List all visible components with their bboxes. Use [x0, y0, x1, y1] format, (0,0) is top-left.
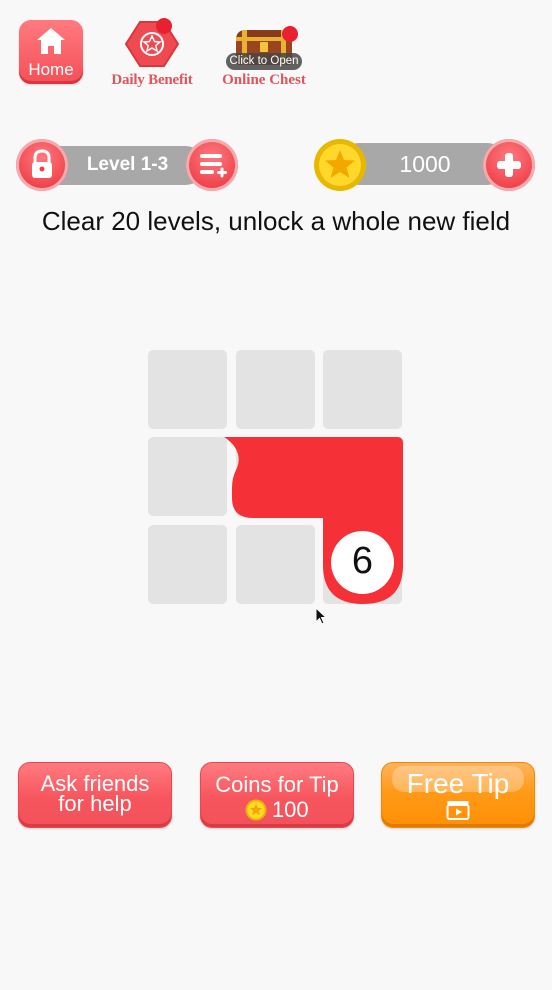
click-to-open-hint: Click to Open [226, 53, 302, 70]
ask-friends-button[interactable]: Ask friends for help [18, 762, 172, 828]
grid-cell[interactable] [148, 350, 227, 429]
grid-cell[interactable] [323, 525, 402, 604]
level-menu-button[interactable] [186, 139, 238, 191]
grid-cell[interactable] [148, 437, 227, 516]
coins-for-tip-button[interactable]: Coins for Tip 100 [200, 762, 354, 828]
grid-cell[interactable] [236, 350, 315, 429]
path-end-number: 6 [351, 540, 374, 582]
path-end-marker[interactable]: 6 [331, 531, 394, 594]
daily-benefit-label: Daily Benefit [111, 72, 193, 88]
list-add-icon [200, 154, 227, 178]
online-chest-label: Online Chest [222, 72, 306, 88]
mouse-cursor-icon [315, 607, 328, 625]
level-goal-text: Clear 20 levels, unlock a whole new fiel… [41, 206, 511, 236]
free-tip-label: Free Tip [406, 768, 510, 799]
grid-cell[interactable] [236, 525, 315, 604]
daily-benefit-button[interactable]: Daily Benefit [106, 18, 198, 90]
home-button[interactable]: Home [19, 20, 83, 84]
grid-cell[interactable] [148, 525, 227, 604]
coins-for-tip-label: Coins for Tip [215, 772, 339, 797]
grid-cell[interactable] [323, 350, 402, 429]
home-label: Home [28, 60, 74, 79]
tip-cost: 100 [201, 797, 353, 822]
free-tip-button[interactable]: Free Tip [381, 762, 535, 828]
video-clapper-icon [446, 801, 470, 820]
coin-star-icon [245, 799, 267, 821]
level-label: Level 1-3 [86, 154, 169, 175]
ask-friends-label-2: for help [58, 791, 132, 816]
notification-dot [282, 26, 298, 42]
notification-dot [156, 18, 172, 34]
home-icon [37, 28, 65, 54]
star-hexagon-icon [124, 21, 180, 67]
coin-amount: 1000 [399, 151, 451, 177]
coin-star-icon [314, 139, 366, 191]
tip-cost-value: 100 [271, 797, 309, 822]
online-chest-button[interactable]: Click to Open Online Chest [218, 22, 310, 94]
add-coins-button[interactable] [483, 139, 535, 191]
grid-cell[interactable] [323, 437, 402, 516]
plus-icon [497, 153, 521, 177]
grid-cell[interactable] [236, 437, 315, 516]
